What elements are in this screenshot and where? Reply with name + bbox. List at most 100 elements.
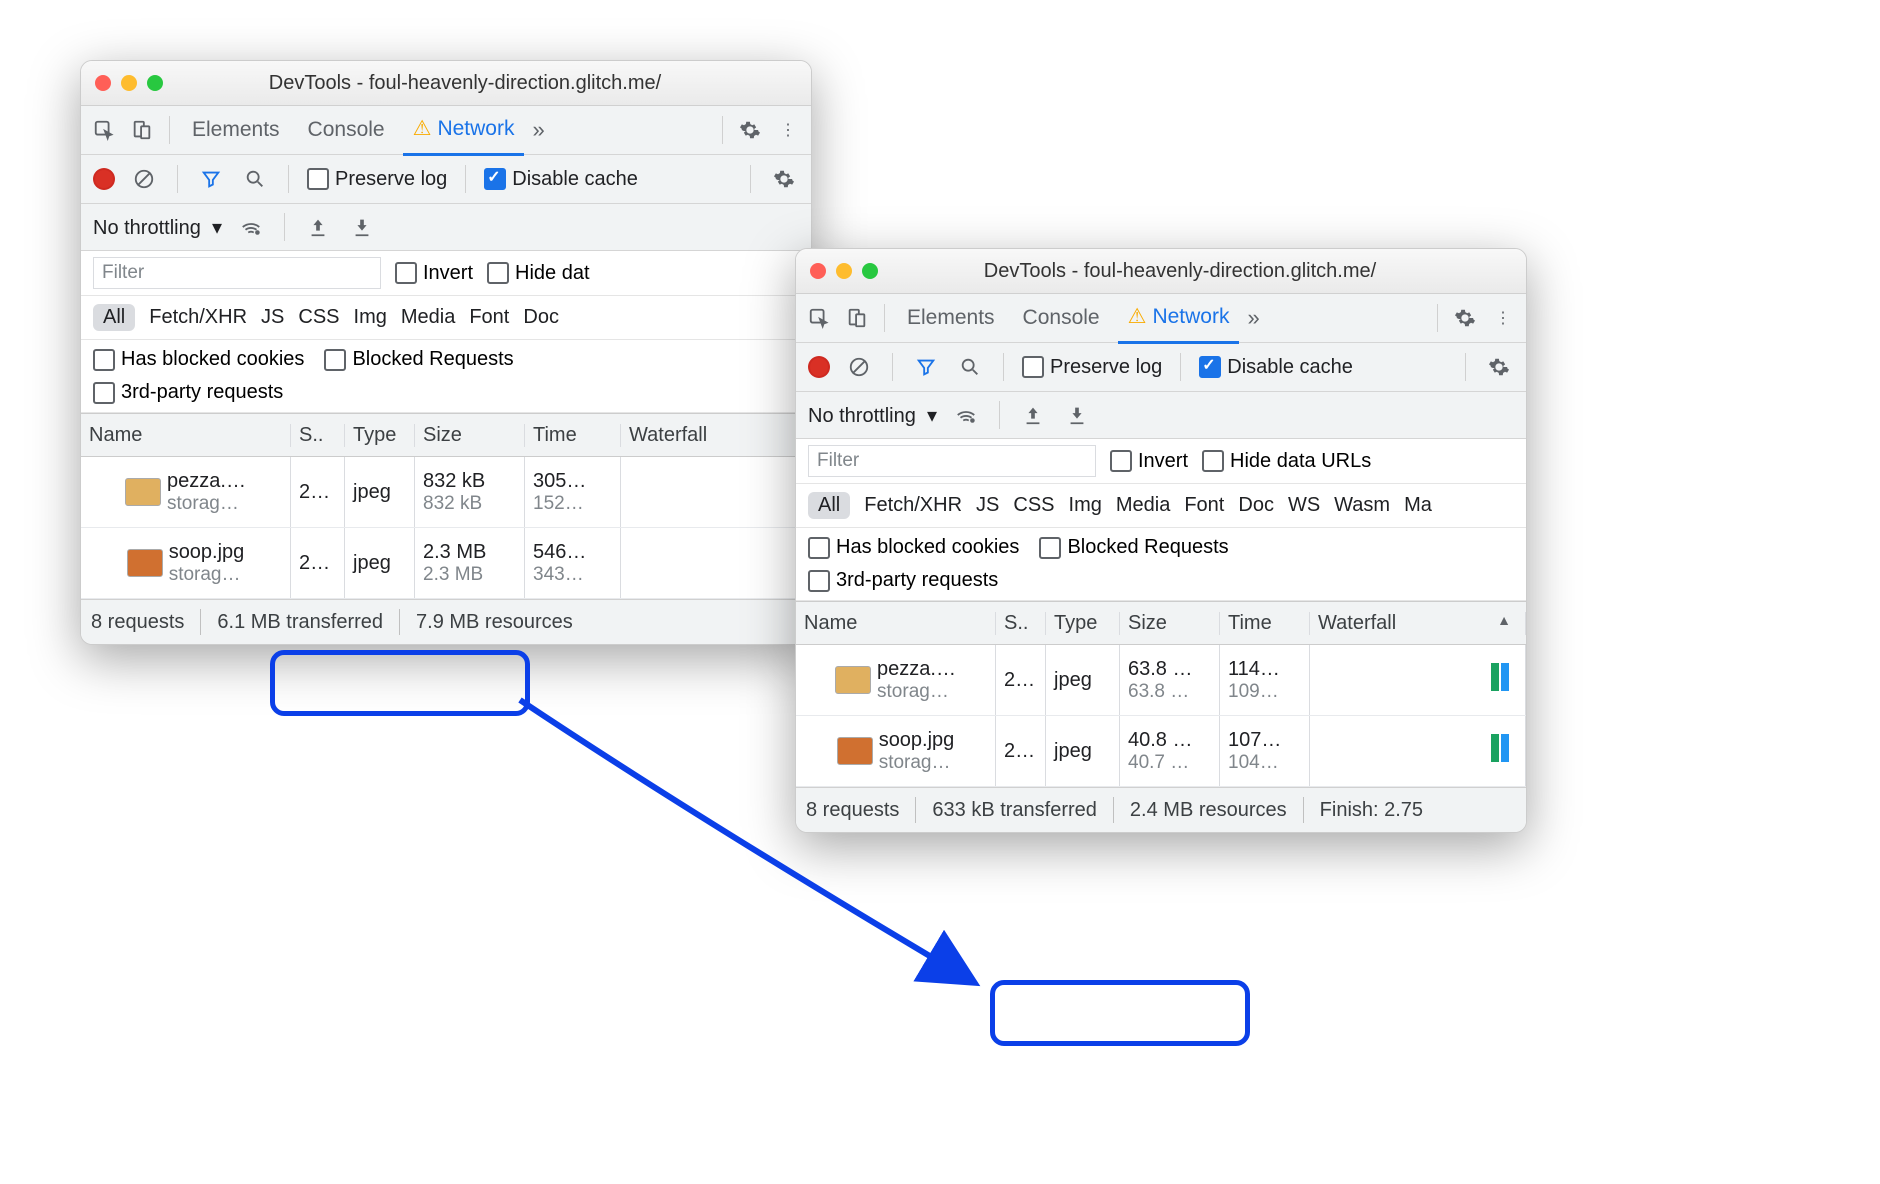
- filter-type-media[interactable]: Media: [401, 306, 455, 329]
- table-row[interactable]: soop.jpgstorag… 2… jpeg 40.8 …40.7 … 107…: [796, 716, 1526, 787]
- filter-input[interactable]: Filter: [808, 445, 1096, 477]
- close-window-button[interactable]: [95, 75, 111, 91]
- filter-type-fetch[interactable]: Fetch/XHR: [149, 306, 247, 329]
- filter-type-img[interactable]: Img: [1069, 494, 1102, 517]
- disable-cache-checkbox[interactable]: Disable cache: [1199, 356, 1353, 379]
- clear-icon[interactable]: [129, 164, 159, 194]
- more-tabs-chevron-icon[interactable]: »: [1247, 305, 1259, 331]
- filter-type-js[interactable]: JS: [261, 306, 284, 329]
- blocked-cookies-checkbox[interactable]: Has blocked cookies: [93, 348, 304, 371]
- col-time[interactable]: Time: [525, 424, 621, 447]
- search-icon[interactable]: [955, 352, 985, 382]
- tab-elements[interactable]: Elements: [182, 106, 290, 154]
- col-type[interactable]: Type: [345, 424, 415, 447]
- throttling-select[interactable]: No throttling ▾: [808, 403, 937, 428]
- record-button[interactable]: [93, 168, 115, 190]
- hide-data-urls-checkbox[interactable]: Hide data URLs: [1202, 450, 1371, 473]
- throttling-select[interactable]: No throttling ▾: [93, 215, 222, 240]
- col-type[interactable]: Type: [1046, 612, 1120, 635]
- filter-type-font[interactable]: Font: [1184, 494, 1224, 517]
- tab-console[interactable]: Console: [298, 106, 395, 154]
- filter-type-css[interactable]: CSS: [1013, 494, 1054, 517]
- invert-label: Invert: [423, 262, 473, 285]
- kebab-menu-icon[interactable]: ⋮: [773, 115, 803, 145]
- network-settings-gear-icon[interactable]: [769, 164, 799, 194]
- filter-type-ws[interactable]: WS: [1288, 494, 1320, 517]
- tab-console[interactable]: Console: [1013, 294, 1110, 342]
- download-har-icon[interactable]: [347, 212, 377, 242]
- tab-elements[interactable]: Elements: [897, 294, 1005, 342]
- preserve-log-checkbox[interactable]: Preserve log: [1022, 356, 1162, 379]
- filter-funnel-icon[interactable]: [911, 352, 941, 382]
- more-tabs-chevron-icon[interactable]: »: [532, 117, 544, 143]
- upload-har-icon[interactable]: [1018, 400, 1048, 430]
- close-window-button[interactable]: [810, 263, 826, 279]
- device-toolbar-icon[interactable]: [842, 303, 872, 333]
- col-waterfall[interactable]: Waterfall: [621, 424, 811, 447]
- device-toolbar-icon[interactable]: [127, 115, 157, 145]
- minimize-window-button[interactable]: [836, 263, 852, 279]
- waterfall-cell: [1310, 716, 1526, 786]
- filter-type-fetch[interactable]: Fetch/XHR: [864, 494, 962, 517]
- filter-type-css[interactable]: CSS: [298, 306, 339, 329]
- zoom-window-button[interactable]: [147, 75, 163, 91]
- sort-asc-icon: ▲: [1497, 612, 1511, 628]
- hide-data-urls-checkbox[interactable]: Hide dat: [487, 262, 590, 285]
- filter-type-all[interactable]: All: [93, 304, 135, 331]
- filter-type-font[interactable]: Font: [469, 306, 509, 329]
- waterfall-cell: [621, 457, 811, 527]
- filter-type-doc[interactable]: Doc: [523, 306, 559, 329]
- settings-gear-icon[interactable]: [1450, 303, 1480, 333]
- col-size[interactable]: Size: [415, 424, 525, 447]
- col-status[interactable]: S..: [996, 612, 1046, 635]
- settings-gear-icon[interactable]: [735, 115, 765, 145]
- blocked-cookies-checkbox[interactable]: Has blocked cookies: [808, 536, 1019, 559]
- col-status[interactable]: S..: [291, 424, 345, 447]
- network-settings-gear-icon[interactable]: [1484, 352, 1514, 382]
- filter-type-img[interactable]: Img: [354, 306, 387, 329]
- filter-funnel-icon[interactable]: [196, 164, 226, 194]
- filter-type-manifest[interactable]: Ma: [1404, 494, 1432, 517]
- tab-network[interactable]: ⚠ Network: [403, 105, 525, 156]
- invert-checkbox[interactable]: Invert: [395, 262, 473, 285]
- col-name[interactable]: Name: [796, 612, 996, 635]
- table-row[interactable]: pezza.…storag… 2… jpeg 63.8 …63.8 … 114……: [796, 645, 1526, 716]
- blocked-requests-checkbox[interactable]: Blocked Requests: [1039, 536, 1228, 559]
- third-party-checkbox[interactable]: 3rd-party requests: [93, 381, 283, 404]
- disable-cache-checkbox[interactable]: Disable cache: [484, 168, 638, 191]
- blocked-requests-checkbox[interactable]: Blocked Requests: [324, 348, 513, 371]
- filter-type-media[interactable]: Media: [1116, 494, 1170, 517]
- record-button[interactable]: [808, 356, 830, 378]
- network-conditions-icon[interactable]: [236, 212, 266, 242]
- network-conditions-icon[interactable]: [951, 400, 981, 430]
- inspect-element-icon[interactable]: [89, 115, 119, 145]
- download-har-icon[interactable]: [1062, 400, 1092, 430]
- filter-type-all[interactable]: All: [808, 492, 850, 519]
- kebab-menu-icon[interactable]: ⋮: [1488, 303, 1518, 333]
- col-waterfall[interactable]: Waterfall▲: [1310, 612, 1526, 635]
- disable-cache-label: Disable cache: [512, 168, 638, 191]
- filter-row: Filter Invert Hide dat: [81, 251, 811, 296]
- inspect-element-icon[interactable]: [804, 303, 834, 333]
- col-time[interactable]: Time: [1220, 612, 1310, 635]
- clear-icon[interactable]: [844, 352, 874, 382]
- third-party-checkbox[interactable]: 3rd-party requests: [808, 569, 998, 592]
- filter-type-wasm[interactable]: Wasm: [1334, 494, 1390, 517]
- filter-type-js[interactable]: JS: [976, 494, 999, 517]
- filter-input[interactable]: Filter: [93, 257, 381, 289]
- invert-checkbox[interactable]: Invert: [1110, 450, 1188, 473]
- col-name[interactable]: Name: [81, 424, 291, 447]
- checkbox-icon: [1110, 450, 1132, 472]
- preserve-log-checkbox[interactable]: Preserve log: [307, 168, 447, 191]
- upload-har-icon[interactable]: [303, 212, 333, 242]
- col-size[interactable]: Size: [1120, 612, 1220, 635]
- table-row[interactable]: pezza.…storag… 2… jpeg 832 kB832 kB 305……: [81, 457, 811, 528]
- zoom-window-button[interactable]: [862, 263, 878, 279]
- table-row[interactable]: soop.jpgstorag… 2… jpeg 2.3 MB2.3 MB 546…: [81, 528, 811, 599]
- minimize-window-button[interactable]: [121, 75, 137, 91]
- separator: [1437, 304, 1438, 332]
- request-size: 832 kB: [423, 470, 516, 493]
- tab-network[interactable]: ⚠Network: [1118, 293, 1240, 344]
- search-icon[interactable]: [240, 164, 270, 194]
- filter-type-doc[interactable]: Doc: [1238, 494, 1274, 517]
